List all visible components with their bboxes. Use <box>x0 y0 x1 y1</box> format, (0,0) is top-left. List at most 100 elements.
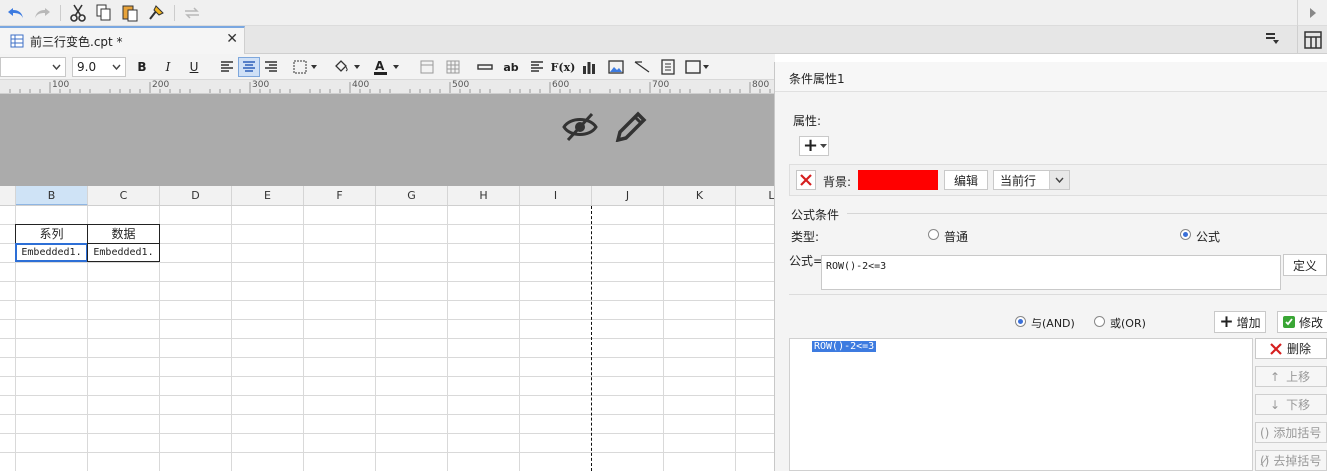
add-attribute-button[interactable]: + <box>799 136 829 156</box>
edit-pencil-icon[interactable] <box>614 110 648 145</box>
column-header-cell[interactable]: L <box>736 186 775 205</box>
delete-condition-button[interactable]: 删除 <box>1255 338 1327 359</box>
formula-label: 公式= <box>789 254 824 268</box>
or-radio[interactable] <box>1094 316 1105 327</box>
repeat-icon[interactable] <box>182 3 202 23</box>
and-label: 与(AND) <box>1031 317 1075 330</box>
italic-button[interactable]: I <box>159 57 177 77</box>
modify-condition-button[interactable]: 修改 <box>1277 311 1327 333</box>
merge-cells-icon[interactable] <box>418 57 436 77</box>
panel-toggle-icon[interactable] <box>1265 32 1281 49</box>
tab-file[interactable]: 前三行变色.cpt * ✕ <box>0 26 245 54</box>
move-down-button[interactable]: ↓ 下移 <box>1255 394 1327 415</box>
column-line <box>447 206 448 471</box>
column-header: B C D E F G H I J K L <box>0 186 775 206</box>
column-header-cell[interactable]: J <box>592 186 664 205</box>
text-tool-button[interactable]: ab <box>500 57 522 77</box>
insert-data-column-icon[interactable] <box>476 57 494 77</box>
border-icon[interactable] <box>292 57 322 77</box>
cell-c-header[interactable]: 数据 <box>87 224 160 244</box>
column-line <box>375 206 376 471</box>
column-header-cell[interactable]: F <box>304 186 376 205</box>
column-header-cell[interactable]: D <box>160 186 232 205</box>
remove-bracket-button[interactable]: ()̸ 去掉括号 <box>1255 450 1327 471</box>
container-icon[interactable] <box>684 57 712 77</box>
column-header-cell[interactable]: B <box>16 186 88 205</box>
paste-icon[interactable] <box>120 3 140 23</box>
align-right-icon[interactable] <box>262 57 280 77</box>
edit-button[interactable]: 编辑 <box>944 170 988 190</box>
background-attribute-row: 背景: 编辑 当前行 <box>789 164 1327 196</box>
cell-b-value-selected[interactable]: Embedded1. <box>15 243 88 262</box>
chevron-down-icon <box>112 64 121 70</box>
report-file-icon <box>10 34 24 48</box>
copy-icon[interactable] <box>94 3 114 23</box>
column-header-cell[interactable]: G <box>376 186 448 205</box>
column-header-cell[interactable]: I <box>520 186 592 205</box>
column-header-cell[interactable]: C <box>88 186 160 205</box>
column-line <box>519 206 520 471</box>
row-line <box>0 319 775 320</box>
modify-condition-label: 修改 <box>1298 315 1323 330</box>
column-line <box>303 206 304 471</box>
formula-tool-button[interactable]: F(x) <box>551 57 576 77</box>
define-button[interactable]: 定义 <box>1283 254 1327 276</box>
tab-bar: 前三行变色.cpt * ✕ <box>0 26 1327 54</box>
underline-button[interactable]: U <box>185 57 203 77</box>
row-line <box>0 433 775 434</box>
grid-layout-icon[interactable] <box>1297 26 1327 54</box>
align-left-icon[interactable] <box>218 57 236 77</box>
spreadsheet-grid[interactable]: 系列 数据 Embedded1. Embedded1. <box>0 206 775 471</box>
slash-icon[interactable] <box>632 57 652 77</box>
add-bracket-label: 添加括号 <box>1273 426 1322 440</box>
move-up-label: 上移 <box>1286 370 1311 384</box>
condition-list[interactable]: ROW()-2<=3 <box>789 338 1253 471</box>
image-icon[interactable] <box>606 57 626 77</box>
align-center-icon[interactable] <box>238 57 260 77</box>
split-cells-icon[interactable] <box>444 57 462 77</box>
cut-icon[interactable] <box>68 3 88 23</box>
font-size-select[interactable]: 9.0 <box>72 57 126 77</box>
fill-color-icon[interactable] <box>332 57 364 77</box>
formula-input[interactable]: ROW()-2<=3 <box>821 255 1281 290</box>
cell-c-value[interactable]: Embedded1. <box>87 243 160 262</box>
chevron-down-icon <box>1049 171 1069 189</box>
bold-button[interactable]: B <box>133 57 151 77</box>
add-condition-label: 增加 <box>1236 315 1261 330</box>
corner-cell <box>0 186 16 205</box>
tab-title: 前三行变色.cpt * <box>30 34 123 49</box>
hide-eye-icon[interactable] <box>562 112 598 145</box>
chart-icon[interactable] <box>580 57 598 77</box>
subreport-icon[interactable] <box>658 57 678 77</box>
column-header-cell[interactable]: H <box>448 186 520 205</box>
divider <box>847 213 1327 214</box>
or-label: 或(OR) <box>1110 317 1146 330</box>
background-label: 背景: <box>823 175 852 189</box>
type-formula-radio[interactable] <box>1180 229 1191 240</box>
expand-arrow-icon[interactable] <box>1297 0 1327 26</box>
add-bracket-button[interactable]: () 添加括号 <box>1255 422 1327 443</box>
close-tab-icon[interactable]: ✕ <box>226 31 238 47</box>
format-painter-icon[interactable] <box>146 3 166 23</box>
font-color-icon[interactable]: A <box>372 57 404 77</box>
font-family-select[interactable] <box>0 57 66 77</box>
condition-list-item[interactable]: ROW()-2<=3 <box>812 341 877 352</box>
scope-select[interactable]: 当前行 <box>993 170 1070 190</box>
ruler-mark: 400 <box>352 80 370 90</box>
type-normal-radio[interactable] <box>928 229 939 240</box>
move-up-button[interactable]: ↑ 上移 <box>1255 366 1327 387</box>
type-formula-label: 公式 <box>1196 230 1221 244</box>
delete-attribute-icon[interactable] <box>796 170 816 190</box>
column-header-cell[interactable]: E <box>232 186 304 205</box>
redo-icon[interactable] <box>32 3 52 23</box>
column-header-cell[interactable]: K <box>664 186 736 205</box>
cell-b-header[interactable]: 系列 <box>15 224 88 244</box>
background-color-swatch[interactable] <box>858 170 938 190</box>
row-line <box>0 452 775 453</box>
rich-text-icon[interactable] <box>528 57 546 77</box>
ruler: 100 200 300 400 500 600 700 800 <box>0 80 775 94</box>
and-radio[interactable] <box>1015 316 1026 327</box>
top-toolbar <box>0 0 1327 26</box>
undo-icon[interactable] <box>6 3 26 23</box>
add-condition-button[interactable]: + 增加 <box>1214 311 1266 333</box>
